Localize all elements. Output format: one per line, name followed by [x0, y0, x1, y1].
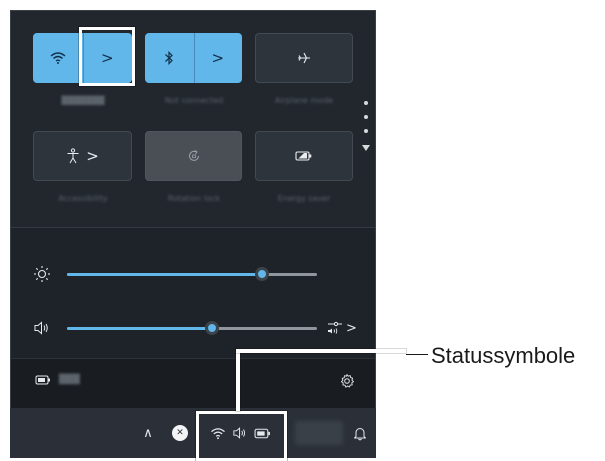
show-hidden-icons-button[interactable]: ∧	[138, 423, 158, 443]
close-badge-button[interactable]: ✕	[172, 425, 188, 441]
tile-caption-bluetooth: Not connected	[164, 96, 224, 105]
brightness-icon	[34, 266, 50, 282]
tile-caption-wifi: ███████	[61, 96, 105, 105]
audio-output-button[interactable]: >	[327, 318, 357, 338]
tile-accessibility[interactable]: >	[33, 131, 132, 181]
brightness-slider-row	[33, 264, 373, 284]
bluetooth-expand-button[interactable]: >	[194, 33, 243, 83]
brightness-slider-thumb[interactable]	[255, 267, 269, 281]
battery-percentage: ███	[59, 375, 80, 385]
tile-airplane-mode[interactable]	[255, 33, 353, 83]
taskbar: ∧ ✕	[10, 408, 376, 458]
page-indicator[interactable]	[362, 101, 370, 161]
wifi-icon	[50, 52, 66, 64]
wifi-toggle-button[interactable]	[33, 33, 83, 83]
volume-icon	[34, 321, 48, 335]
page-dot[interactable]	[364, 115, 368, 119]
brightness-slider-fill	[67, 273, 262, 276]
energy-saver-icon	[295, 151, 312, 161]
battery-icon	[35, 375, 50, 385]
settings-icon	[340, 374, 354, 388]
bluetooth-icon	[165, 51, 174, 65]
clock-date-area[interactable]	[295, 421, 343, 445]
wifi-expand-highlight	[79, 27, 135, 86]
close-icon: ✕	[176, 428, 184, 438]
callout-connector	[236, 349, 406, 353]
chevron-right-icon: >	[346, 320, 357, 336]
slider-section: > ███	[11, 227, 375, 408]
battery-status[interactable]: ███	[35, 375, 80, 385]
audio-output-icon	[328, 321, 342, 334]
page-dot[interactable]	[364, 101, 368, 105]
screenshot-stage: > > ███████ Not connected Airplane mode	[0, 0, 605, 461]
tile-bluetooth[interactable]: >	[145, 33, 242, 83]
accessibility-icon	[67, 148, 79, 164]
volume-slider-thumb[interactable]	[205, 321, 219, 335]
status-icons-highlight	[196, 411, 287, 461]
chevron-down-icon[interactable]	[362, 145, 370, 151]
notification-button[interactable]	[350, 423, 370, 443]
volume-slider-fill	[67, 327, 212, 330]
tile-caption-accessibility: Accessibility	[58, 194, 108, 203]
callout-leader-line	[406, 354, 428, 355]
tile-caption-airplane: Airplane mode	[274, 96, 334, 105]
bell-icon	[354, 427, 366, 440]
chevron-right-icon: >	[86, 146, 99, 165]
chevron-right-icon: >	[211, 48, 225, 67]
bluetooth-toggle-button[interactable]	[145, 33, 194, 83]
tile-energy-saver[interactable]	[255, 131, 353, 181]
settings-button[interactable]	[337, 371, 357, 391]
airplane-icon	[298, 52, 310, 64]
callout-connector	[236, 349, 240, 411]
volume-slider-row: >	[33, 318, 373, 338]
page-dot[interactable]	[364, 129, 368, 133]
chevron-up-icon: ∧	[143, 425, 153, 441]
tile-caption-rotation-lock: Rotation lock	[167, 194, 221, 203]
tile-caption-energy-saver: Energy saver	[277, 194, 331, 203]
rotation-lock-icon	[188, 150, 199, 161]
tile-rotation-lock[interactable]	[145, 131, 242, 181]
quick-settings-footer: ███	[11, 358, 375, 408]
callout-label: Statussymbole	[431, 343, 576, 368]
